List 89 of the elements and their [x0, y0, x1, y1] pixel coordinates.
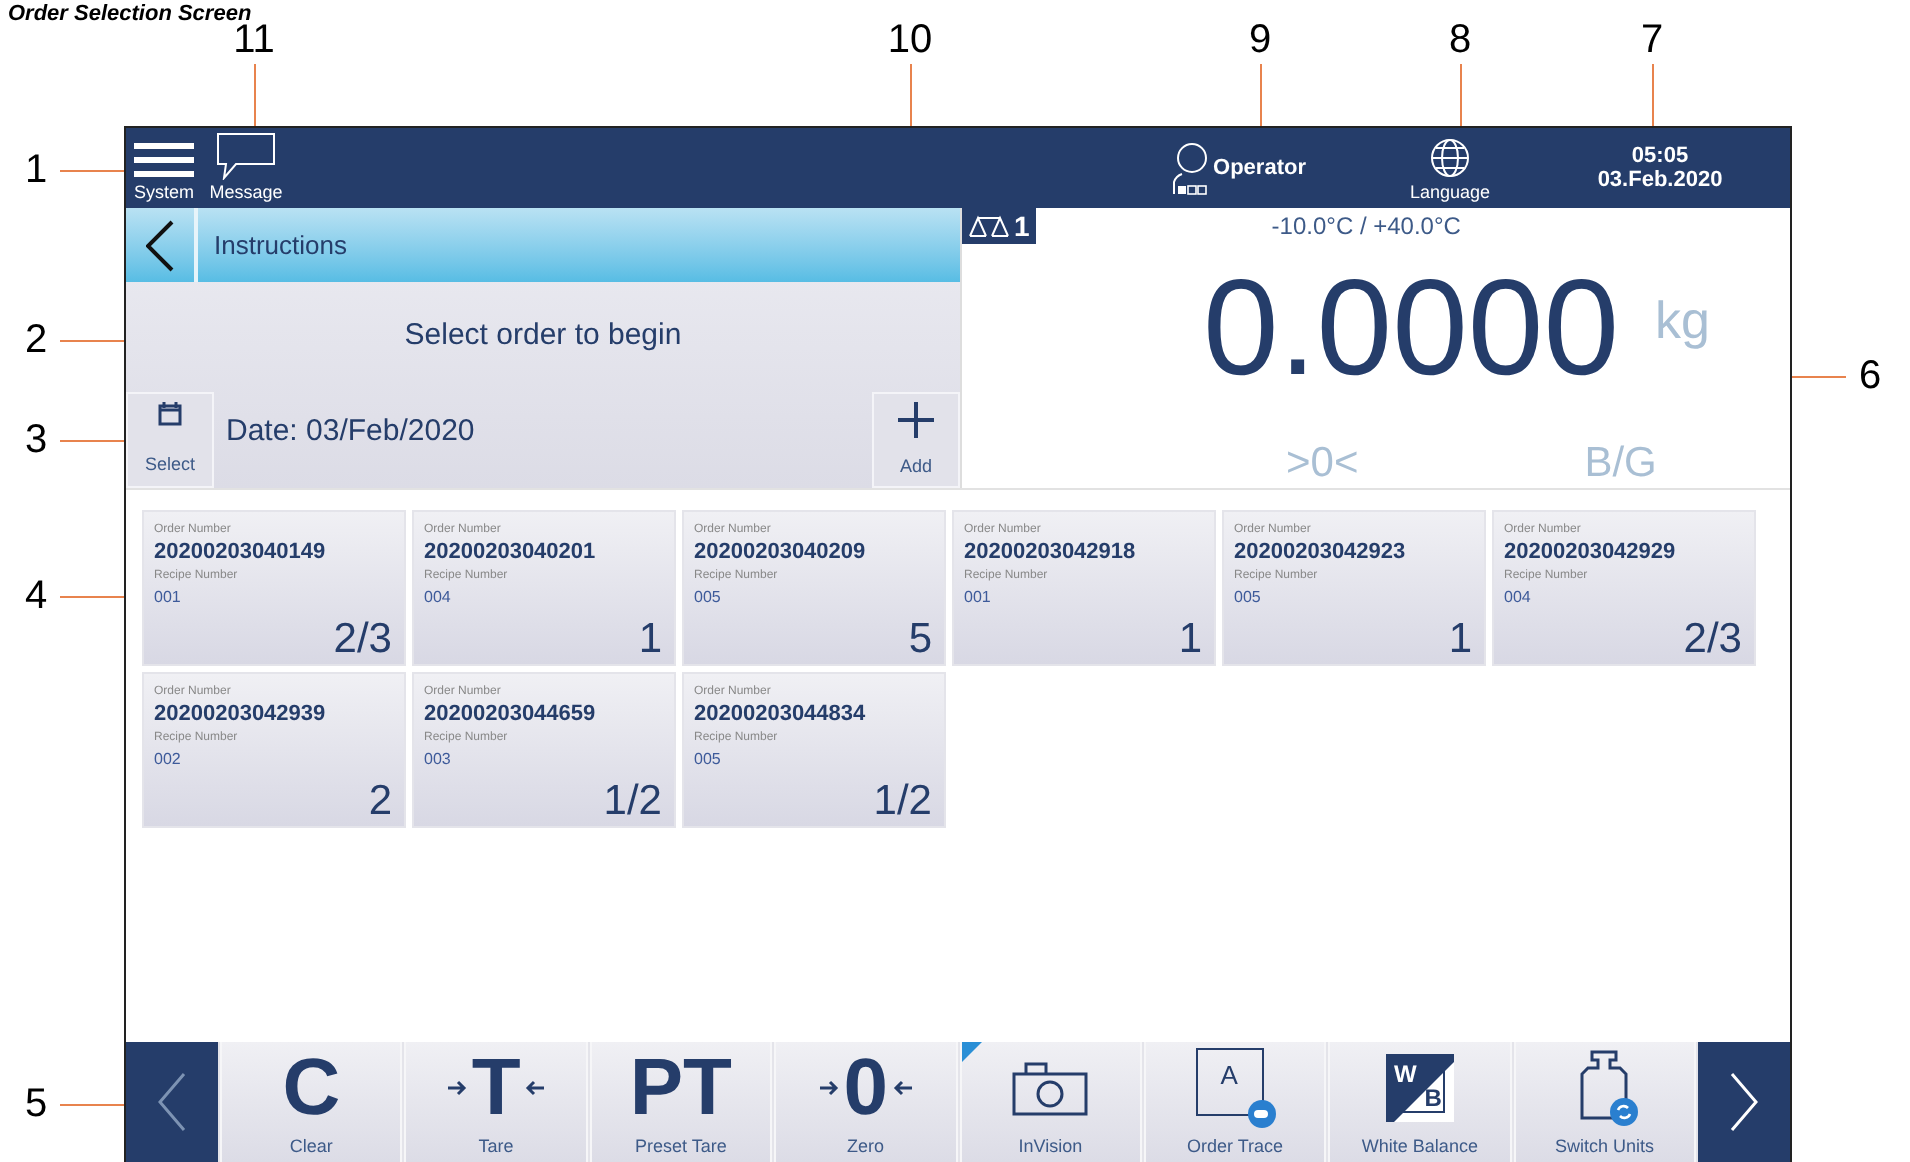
recipe-number: 005: [1234, 586, 1263, 610]
chevron-left-icon: [158, 1072, 186, 1132]
order-number: 20200203040201: [424, 538, 598, 566]
order-number: 20200203044834: [694, 700, 868, 728]
order-count: 1: [638, 618, 662, 660]
key-symbol: C: [282, 1047, 341, 1128]
message-button[interactable]: Message: [202, 128, 290, 208]
order-count: 1/2: [603, 780, 662, 822]
order-number: 20200203042939: [154, 700, 328, 728]
softkey[interactable]: A Order Trace: [1143, 1042, 1327, 1162]
temperature-range: -10.0°C / +40.0°C: [1271, 210, 1461, 244]
camera-icon: [1010, 1057, 1091, 1118]
instruction-message: Select order to begin: [404, 316, 682, 357]
left-arrow-icon: [524, 1079, 545, 1096]
callout-number: 7: [1638, 20, 1666, 60]
softkey[interactable]: C Clear: [220, 1042, 403, 1162]
calendar-icon: [158, 402, 182, 426]
weight-unit: kg: [1655, 288, 1710, 354]
leader-line: [1786, 376, 1846, 378]
back-icon: [146, 219, 174, 271]
plus-icon: [896, 400, 936, 440]
callout-number: 2: [22, 320, 50, 360]
key-symbol: 0: [843, 1047, 888, 1128]
weight-value: 0.0000: [1203, 260, 1620, 396]
order-number: 20200203042923: [1234, 538, 1408, 566]
order-count: 1: [1448, 618, 1472, 660]
callout-number: 10: [886, 20, 934, 60]
order-number: 20200203040149: [154, 538, 328, 566]
document-title: Order Selection Screen: [8, 2, 252, 26]
recipe-number: 004: [1504, 586, 1533, 610]
speech-bubble-icon: [216, 131, 276, 179]
select-date-button[interactable]: Select: [126, 392, 214, 488]
recipe-number: 004: [424, 586, 453, 610]
order-number: 20200203040209: [694, 538, 868, 566]
system-button[interactable]: System: [126, 128, 202, 208]
next-page-button[interactable]: [1698, 1042, 1790, 1162]
softkey[interactable]: 0 Zero: [774, 1042, 957, 1162]
language-button[interactable]: Language: [1390, 128, 1510, 208]
softkey[interactable]: InVision: [959, 1042, 1142, 1162]
softkey[interactable]: Switch Units: [1513, 1042, 1696, 1162]
softkey[interactable]: W B White Balance: [1328, 1042, 1512, 1162]
order-count: 2: [368, 780, 392, 822]
wb-letters-icon: W B: [1385, 1053, 1454, 1122]
recipe-number: 005: [694, 586, 723, 610]
gross-net-indicator: B/G: [1584, 442, 1657, 484]
order-number: 20200203042918: [964, 538, 1138, 566]
recipe-number: 003: [424, 748, 453, 772]
add-order-button[interactable]: Add: [872, 392, 960, 488]
callout-number: 6: [1856, 356, 1884, 396]
scale-indicator: 1: [962, 208, 1036, 244]
order-count: 1: [1178, 618, 1202, 660]
order-count: 2/3: [333, 618, 392, 660]
recipe-number: 002: [154, 748, 183, 772]
clock-time: 05:05: [1631, 144, 1689, 168]
header-title: Instructions: [214, 227, 347, 264]
leader-line: [254, 64, 256, 132]
order-count: 5: [908, 618, 932, 660]
clock-date: 03.Feb.2020: [1597, 168, 1723, 192]
callout-number: 5: [22, 1084, 50, 1124]
callout-number: 3: [22, 420, 50, 460]
order-number: 20200203042929: [1504, 538, 1678, 566]
right-arrow-icon: [819, 1079, 840, 1096]
order-date: Date: 03/Feb/2020: [226, 412, 475, 452]
order-number: 20200203044659: [424, 700, 598, 728]
callout-number: 8: [1446, 20, 1474, 60]
chevron-right-icon: [1730, 1072, 1758, 1132]
globe-icon: [1428, 135, 1472, 179]
recipe-number: 001: [154, 586, 183, 610]
callout-number: 1: [22, 150, 50, 190]
callout-number: 11: [233, 20, 277, 60]
callout-number: 9: [1246, 20, 1274, 60]
menu-icon: [134, 139, 194, 179]
callout-number: 4: [22, 576, 50, 616]
recipe-number: 001: [964, 586, 993, 610]
left-arrow-icon: [891, 1079, 912, 1096]
softkey[interactable]: T Tare: [404, 1042, 588, 1162]
leader-line: [60, 170, 124, 172]
user-button[interactable]: Operator: [1169, 128, 1306, 208]
key-symbol: PT: [629, 1047, 732, 1128]
leader-line: [60, 440, 124, 442]
order-count: 1/2: [873, 780, 932, 822]
order-count: 2/3: [1683, 618, 1742, 660]
balance-icon: [968, 214, 1012, 238]
recipe-number: 005: [694, 748, 723, 772]
user-icon: [1169, 138, 1210, 198]
right-arrow-icon: [447, 1079, 468, 1096]
key-symbol: T: [471, 1047, 521, 1128]
zero-indicator: >0<: [1286, 442, 1359, 484]
softkey[interactable]: PT Preset Tare: [589, 1042, 773, 1162]
